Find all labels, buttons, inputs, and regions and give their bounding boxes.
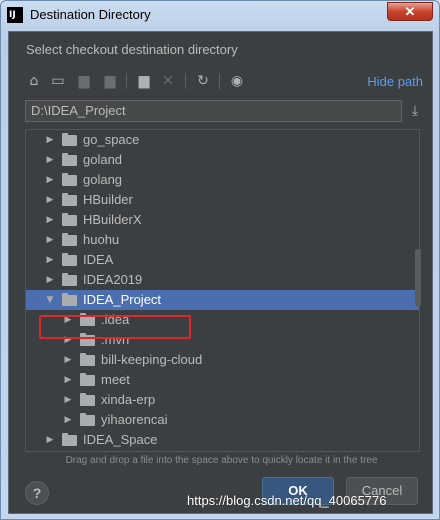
expand-arrow-right-icon[interactable]: ▶ — [44, 430, 56, 450]
expand-arrow-right-icon[interactable]: ▶ — [62, 410, 74, 430]
folder-icon — [80, 353, 95, 366]
tree-row-label: go_space — [83, 132, 140, 147]
dialog-subtitle: Select checkout destination directory — [26, 42, 238, 57]
tree-row[interactable]: ▶ HBuilderX — [26, 210, 419, 230]
toolbar: ⌂ ▭ ▆ ▆ ▆ ✕ ↻ ◉ Hide path — [23, 70, 423, 94]
tree-row[interactable]: ▼ IDEA_Project — [26, 290, 419, 310]
tree-row[interactable]: ▶ IDEA — [26, 250, 419, 270]
tree-row[interactable]: ▶ golang — [26, 170, 419, 190]
folder-icon — [62, 293, 77, 306]
dialog-window: IJ Destination Directory ✕ Select checko… — [0, 0, 440, 520]
folder-icon — [62, 173, 77, 186]
tree-row-label: IDEA_Project — [83, 292, 162, 307]
expand-arrow-right-icon[interactable]: ▶ — [44, 130, 56, 150]
close-button[interactable]: ✕ — [387, 2, 433, 21]
folder-icon — [62, 193, 77, 206]
tree-row[interactable]: ▶ .idea — [26, 310, 419, 330]
tree-row-label: huohu — [83, 232, 120, 247]
module-icon[interactable]: ▆ — [99, 70, 121, 92]
tree-scrollbar[interactable] — [415, 249, 421, 307]
expand-arrow-right-icon[interactable]: ▶ — [62, 310, 74, 330]
tree-row[interactable]: ▶ huohu — [26, 230, 419, 250]
tree-row[interactable]: ▶ .mvn — [26, 330, 419, 350]
expand-arrow-right-icon[interactable]: ▶ — [44, 270, 56, 290]
expand-arrow-right-icon[interactable]: ▶ — [62, 350, 74, 370]
folder-icon — [80, 413, 95, 426]
tree-row[interactable]: ▶ yihaorencai — [26, 410, 419, 430]
tree-row-label: HBuilder — [83, 192, 133, 207]
toolbar-separator — [219, 73, 220, 89]
folder-icon — [62, 253, 77, 266]
folder-icon — [80, 313, 95, 326]
desktop-icon[interactable]: ▭ — [47, 70, 69, 92]
tree-row-label: golang — [83, 172, 123, 187]
tree-row-label: yihaorencai — [101, 412, 168, 427]
tree-row-label: IDEA2019 — [83, 272, 143, 287]
expand-arrow-right-icon[interactable]: ▶ — [44, 190, 56, 210]
expand-arrow-right-icon[interactable]: ▶ — [44, 230, 56, 250]
folder-icon — [62, 273, 77, 286]
expand-arrow-right-icon[interactable]: ▶ — [44, 250, 56, 270]
expand-arrow-down-icon[interactable]: ▼ — [44, 290, 56, 310]
tree-row-label: HBuilderX — [83, 212, 142, 227]
expand-arrow-right-icon[interactable]: ▶ — [62, 390, 74, 410]
expand-arrow-right-icon[interactable]: ▶ — [44, 170, 56, 190]
tree-row-label: IDEA_Space — [83, 432, 158, 447]
path-input[interactable]: D:\IDEA_Project — [25, 100, 402, 122]
folder-icon — [80, 333, 95, 346]
delete-icon[interactable]: ✕ — [157, 70, 179, 92]
tree-row-label: IDEA — [83, 252, 114, 267]
folder-icon — [62, 153, 77, 166]
tree-row[interactable]: ▶ meet — [26, 370, 419, 390]
folder-icon — [62, 213, 77, 226]
watermark-url: https://blog.csdn.net/qq_40065776 — [187, 493, 387, 508]
dialog-content: Select checkout destination directory ⌂ … — [8, 31, 433, 514]
toolbar-separator — [126, 73, 127, 89]
title-bar[interactable]: IJ Destination Directory ✕ — [1, 1, 439, 31]
intellij-app-icon: IJ — [7, 7, 23, 23]
hide-path-link[interactable]: Hide path — [367, 74, 423, 89]
tree-row[interactable]: ▶ IDEA2019 — [26, 270, 419, 290]
tree-row-label: goland — [83, 152, 123, 167]
folder-icon — [62, 433, 77, 446]
refresh-icon[interactable]: ↻ — [192, 70, 214, 92]
folder-icon — [62, 233, 77, 246]
home-icon[interactable]: ⌂ — [23, 70, 45, 92]
help-button[interactable]: ? — [25, 481, 49, 505]
folder-icon — [80, 373, 95, 386]
expand-arrow-right-icon[interactable]: ▶ — [62, 330, 74, 350]
tree-row-label: bill-keeping-cloud — [101, 352, 203, 367]
download-icon[interactable]: ⤓ — [406, 100, 424, 122]
tree-row-label: .mvn — [101, 332, 130, 347]
tree-row[interactable]: ▶ goland — [26, 150, 419, 170]
tree-row[interactable]: ▶ xinda-erp — [26, 390, 419, 410]
expand-arrow-right-icon[interactable]: ▶ — [44, 210, 56, 230]
show-hidden-icon[interactable]: ◉ — [226, 70, 248, 92]
tree-row-label: meet — [101, 372, 130, 387]
window-title: Destination Directory — [30, 7, 151, 22]
new-folder-icon[interactable]: ▆ — [133, 70, 155, 92]
tree-row[interactable]: ▶ go_space — [26, 130, 419, 150]
expand-arrow-right-icon[interactable]: ▶ — [44, 150, 56, 170]
directory-tree[interactable]: ▶ go_space ▶ goland ▶ golang ▶ HBuilder ▶ HBuilde… — [25, 129, 420, 452]
tree-row[interactable]: ▶ HBuilder — [26, 190, 419, 210]
tree-row-label: xinda-erp — [101, 392, 156, 407]
toolbar-separator — [185, 73, 186, 89]
drag-drop-hint: Drag and drop a file into the space abov… — [65, 455, 378, 466]
tree-row[interactable]: ▶ bill-keeping-cloud — [26, 350, 419, 370]
project-icon[interactable]: ▆ — [73, 70, 95, 92]
tree-row[interactable]: ▶ IDEA_Space — [26, 430, 419, 450]
tree-row-label: .idea — [101, 312, 130, 327]
expand-arrow-right-icon[interactable]: ▶ — [62, 370, 74, 390]
folder-icon — [62, 133, 77, 146]
folder-icon — [80, 393, 95, 406]
